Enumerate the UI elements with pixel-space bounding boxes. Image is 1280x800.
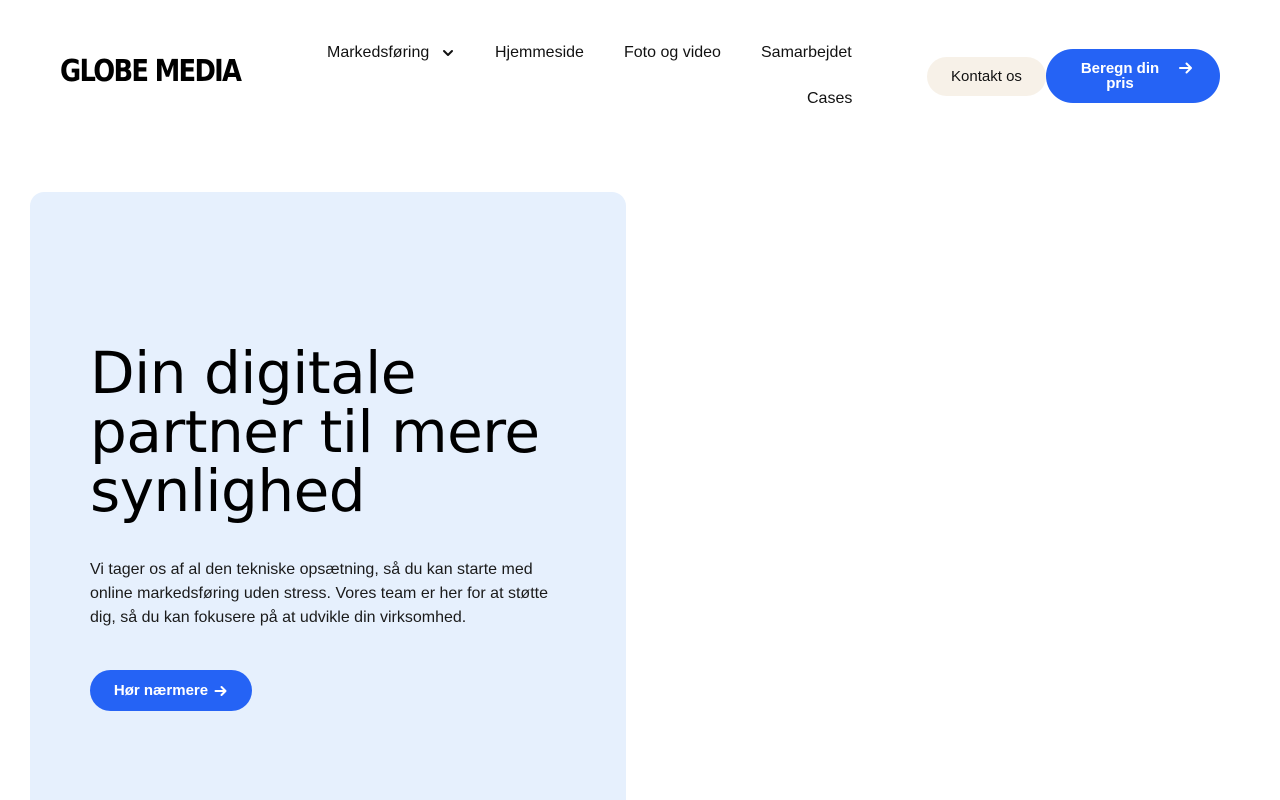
logo[interactable]: GLOBE MEDIA xyxy=(60,52,242,92)
hero-description: Vi tager os af al den tekniske opsætning… xyxy=(90,561,548,626)
nav-item-markedsforing[interactable]: Markedsføring xyxy=(327,43,455,63)
learn-more-label: Hør nærmere xyxy=(113,682,209,699)
nav-item-label: Markedsføring xyxy=(327,44,430,61)
calculate-price-label: Beregn din pris xyxy=(1080,60,1160,92)
nav-item-foto-og-video[interactable]: Foto og video xyxy=(624,43,721,63)
arrow-right-icon xyxy=(1179,62,1192,74)
nav-item-samarbejdet[interactable]: Samarbejdet xyxy=(761,43,852,63)
hero-title: Din digitale partner til mere synlighed xyxy=(90,339,540,525)
arrow-right-icon xyxy=(214,685,227,696)
learn-more-button[interactable]: Hør nærmere xyxy=(90,670,252,711)
nav-item-cases[interactable]: Cases xyxy=(807,89,852,109)
contact-button-label: Kontakt os xyxy=(951,68,1022,85)
chevron-down-icon xyxy=(443,50,454,56)
page: GLOBE MEDIA Markedsføring Hjemmeside Fot… xyxy=(0,0,1280,800)
nav-item-hjemmeside[interactable]: Hjemmeside xyxy=(495,43,584,63)
calculate-price-button[interactable]: Beregn din pris xyxy=(1046,49,1220,103)
contact-button[interactable]: Kontakt os xyxy=(927,57,1046,96)
